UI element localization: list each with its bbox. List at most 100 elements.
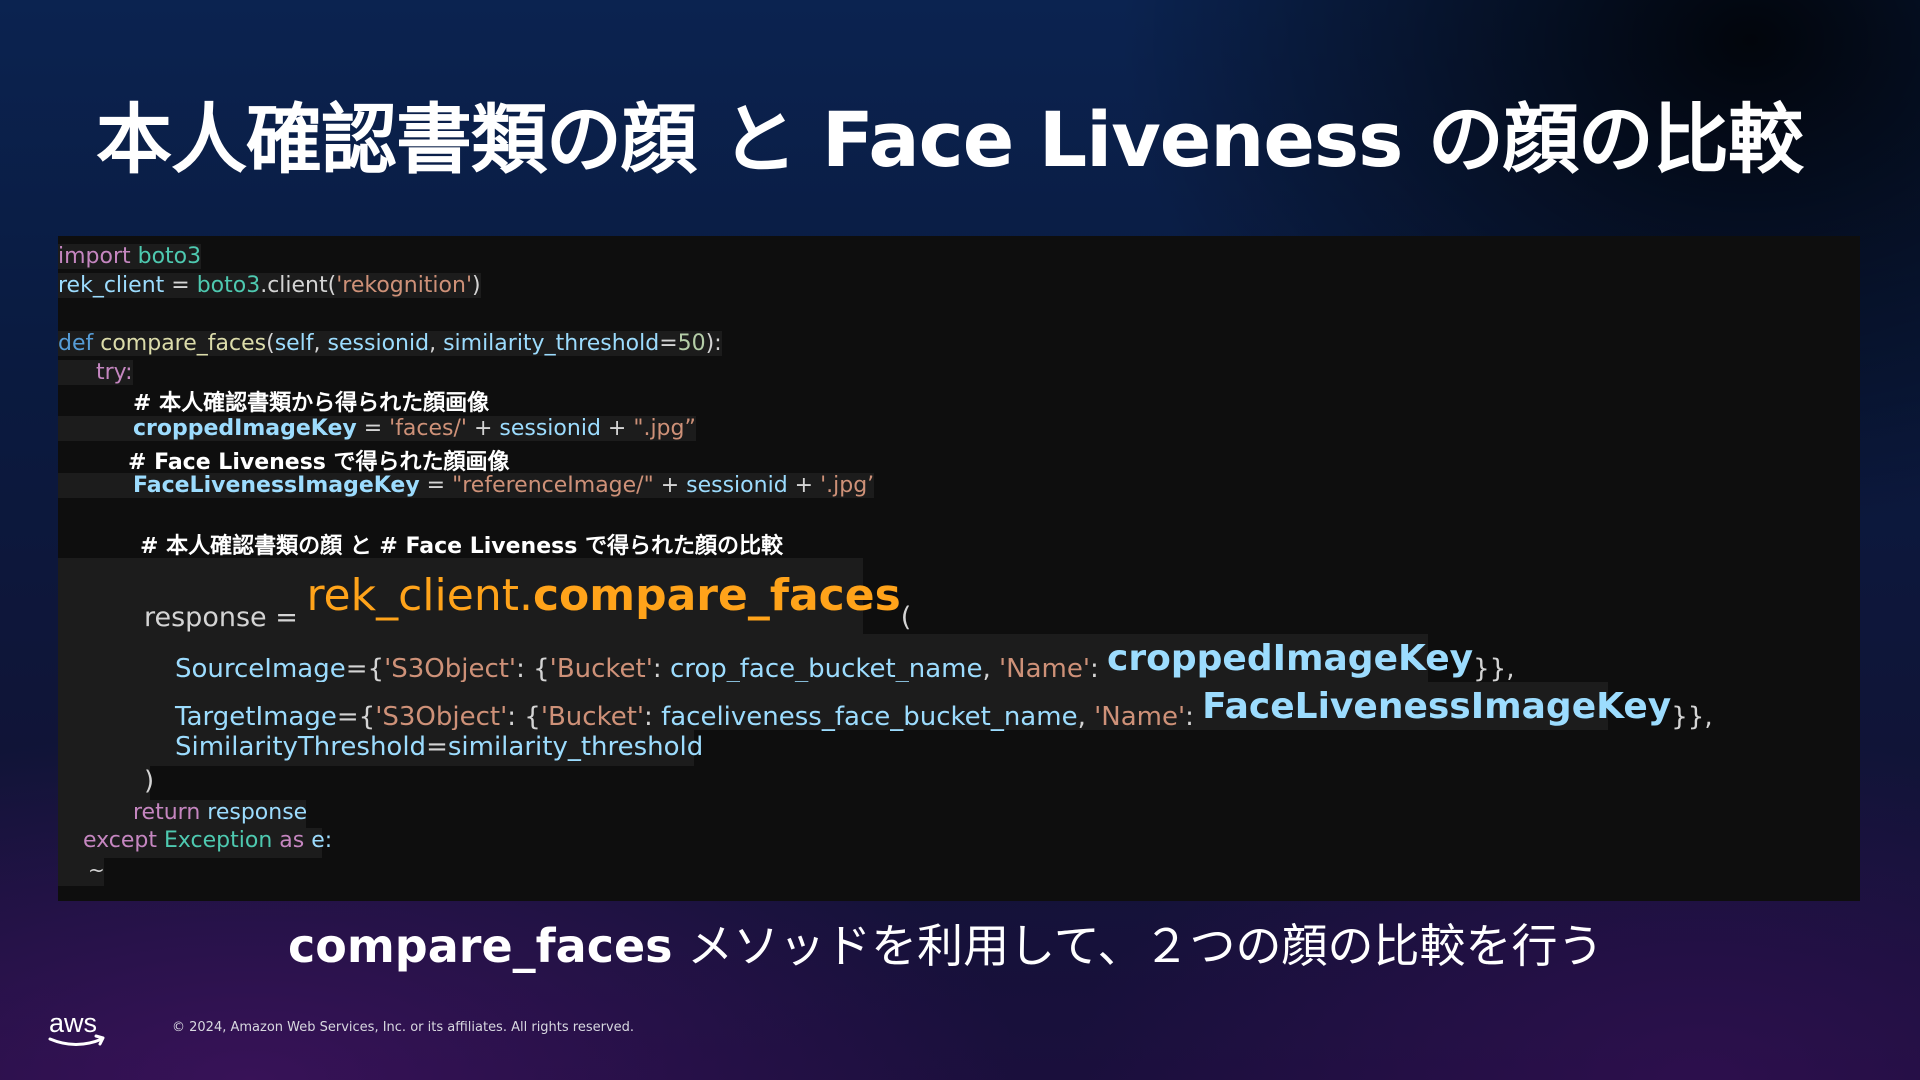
code-line-target-image: TargetImage={'S3Object': {'Bucket': face… — [58, 682, 1713, 732]
code-punct: , — [1077, 702, 1095, 732]
code-line-comment-3: # 本人確認書類の顔 と # Face Liveness で得られた顔の比較 — [140, 528, 783, 560]
code-punct: : — [1090, 654, 1108, 684]
code-operator: + — [787, 473, 821, 498]
code-param: SourceImage — [175, 654, 346, 684]
code-line-tilde: ~ — [58, 858, 105, 886]
code-string: 'Name' — [999, 654, 1091, 684]
code-string: 'S3Object' — [375, 702, 508, 732]
code-operator: + — [653, 473, 687, 498]
code-variable: sessionid — [499, 416, 601, 441]
code-string: ".jpg” — [633, 416, 696, 441]
code-param: TargetImage — [175, 702, 337, 732]
code-line-client: rek_client = boto3.client('rekognition') — [58, 273, 481, 298]
code-param: self — [274, 331, 314, 356]
code-variable: faceliveness_face_bucket_name — [661, 702, 1078, 732]
code-line-comment-2: # Face Liveness で得られた顔画像 — [128, 444, 510, 476]
code-operator: + — [466, 416, 500, 441]
code-operator: = — [356, 416, 390, 441]
code-line-cropped-key: croppedImageKey = 'faces/' + sessionid +… — [58, 416, 696, 441]
code-keyword: return — [133, 800, 201, 825]
code-punct: ( — [266, 331, 275, 356]
code-punct: , — [982, 654, 1000, 684]
code-string: 'faces/' — [389, 416, 467, 441]
code-punct: }}, — [1473, 654, 1515, 684]
copyright-text: © 2024, Amazon Web Services, Inc. or its… — [172, 1020, 635, 1035]
code-module: boto3 — [130, 244, 202, 269]
code-punct: : — [644, 702, 662, 732]
subtitle-method-name: compare_faces — [288, 919, 673, 973]
code-number: 50 — [677, 331, 706, 356]
code-variable: similarity_threshold — [447, 732, 704, 762]
code-string: 'Bucket' — [549, 654, 653, 684]
code-variable-highlight: croppedImageKey — [1107, 638, 1474, 679]
code-variable: response — [144, 602, 267, 633]
code-punct: ) — [144, 766, 155, 796]
subtitle-text: メソッドを利用して、２つの顔の比較を行う — [672, 919, 1604, 973]
code-module: boto3 — [196, 273, 261, 298]
code-punct: ~ — [88, 858, 105, 882]
code-function-name: compare_faces — [93, 331, 267, 356]
slide-subtitle: compare_faces メソッドを利用して、２つの顔の比較を行う — [288, 910, 1604, 976]
code-keyword: import — [58, 244, 131, 269]
code-operator: = — [419, 473, 453, 498]
code-variable: FaceLivenessImageKey — [133, 473, 420, 498]
code-punct: ): — [705, 331, 722, 356]
code-line-return: return response — [58, 800, 308, 828]
code-punct: : — [652, 654, 670, 684]
code-punct: }}, — [1671, 702, 1713, 732]
code-line-try: try: — [58, 360, 133, 385]
code-string: 'rekognition' — [336, 273, 472, 298]
code-punct: , — [313, 331, 328, 356]
code-variable: croppedImageKey — [133, 416, 357, 441]
code-param: SimilarityThreshold — [175, 732, 427, 762]
code-line-source-image: SourceImage={'S3Object': {'Bucket': crop… — [58, 634, 1515, 684]
code-comment: # 本人確認書類の顔 と # Face Liveness で得られた顔の比較 — [140, 534, 783, 559]
code-punct: ) — [472, 273, 481, 298]
code-keyword: as — [272, 828, 305, 853]
code-keyword: def — [58, 331, 94, 356]
code-line-similarity: SimilarityThreshold=similarity_threshold — [58, 730, 703, 766]
code-variable-highlight: FaceLivenessImageKey — [1202, 686, 1672, 727]
code-punct: : { — [516, 654, 550, 684]
code-param: sessionid — [327, 331, 430, 356]
code-string: 'Bucket' — [540, 702, 645, 732]
slide-title: 本人確認書類の顔 と Face Liveness の顔の比較 — [96, 95, 1804, 184]
code-variable: rek_client — [58, 273, 165, 298]
code-punct: ( — [900, 602, 912, 633]
code-object: rek_client. — [306, 570, 533, 621]
code-call: .client( — [260, 273, 337, 298]
aws-logo-text: aws — [49, 1008, 97, 1038]
code-operator: = — [426, 732, 448, 762]
code-string: "referenceImage/" — [452, 473, 654, 498]
code-line-def: def compare_faces(self, sessionid, simil… — [58, 331, 722, 356]
code-class: Exception — [157, 828, 273, 853]
aws-smile-icon — [48, 1037, 104, 1046]
code-keyword: try: — [96, 360, 133, 385]
code-operator: = — [659, 331, 678, 356]
code-line-response: response = rek_client.compare_faces( — [58, 558, 911, 634]
code-line-comment-1: # 本人確認書類から得られた顔画像 — [133, 385, 489, 417]
code-punct: , — [429, 331, 444, 356]
code-variable: response — [200, 800, 308, 825]
code-variable: sessionid — [686, 473, 788, 498]
code-param: similarity_threshold — [443, 331, 660, 356]
code-line-import: import boto3 — [58, 244, 202, 269]
code-line-close-paren: ) — [58, 766, 154, 800]
code-operator: + — [600, 416, 634, 441]
aws-logo: aws — [48, 1008, 105, 1046]
code-variable: e: — [304, 828, 333, 853]
code-string: 'Name' — [1094, 702, 1186, 732]
code-punct: : { — [507, 702, 541, 732]
code-method-highlight: compare_faces — [532, 570, 901, 621]
code-line-except: except Exception as e: — [58, 828, 332, 858]
code-operator: = — [164, 273, 197, 298]
code-comment: # 本人確認書類から得られた顔画像 — [133, 391, 490, 416]
code-panel: import boto3 rek_client = boto3.client('… — [58, 236, 1860, 901]
code-string: 'S3Object' — [384, 654, 517, 684]
code-operator: = — [266, 602, 307, 633]
code-punct: ={ — [345, 654, 385, 684]
code-string: '.jpg’ — [820, 473, 875, 498]
code-punct: ={ — [336, 702, 376, 732]
code-variable: crop_face_bucket_name — [669, 654, 983, 684]
code-keyword: except — [83, 828, 158, 853]
